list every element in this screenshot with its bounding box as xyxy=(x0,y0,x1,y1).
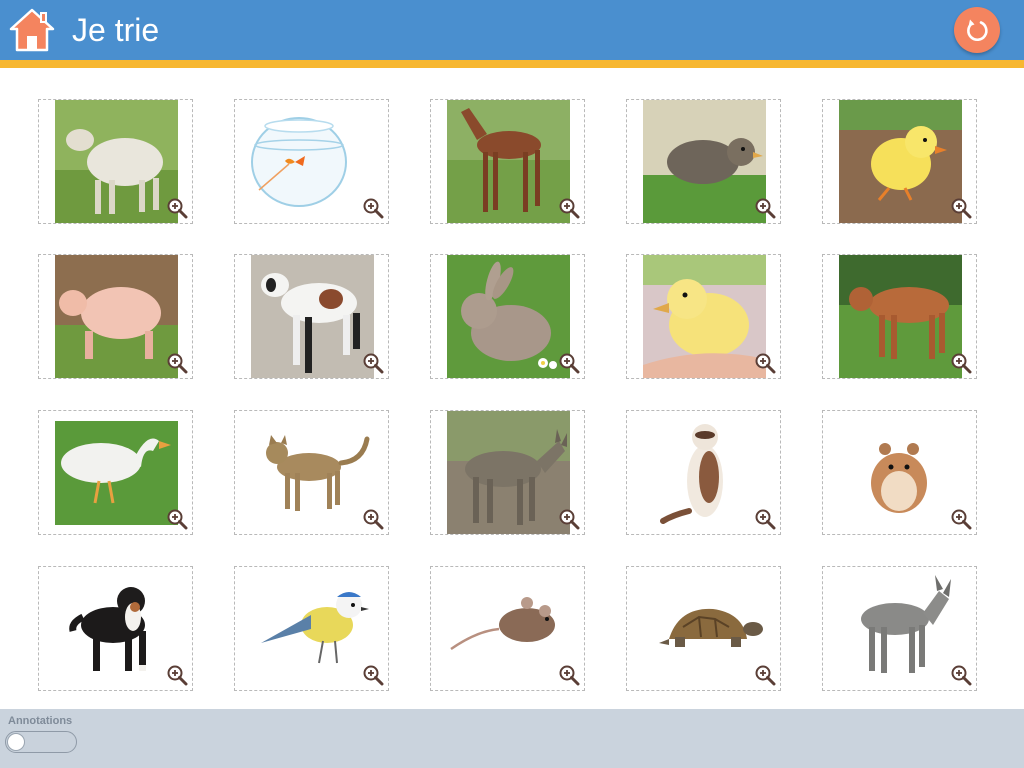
yellow-chick-photo xyxy=(839,100,962,223)
zoom-in-icon[interactable] xyxy=(950,197,972,219)
header-accent-stripe xyxy=(0,60,1024,68)
refresh-icon xyxy=(967,19,988,42)
foal-photo xyxy=(447,100,570,223)
goldfish-photo xyxy=(251,100,374,223)
animal-card-cat[interactable] xyxy=(234,410,389,535)
animal-card-mouse[interactable] xyxy=(430,566,585,691)
ferret-photo xyxy=(643,411,766,534)
page-title: Je trie xyxy=(72,12,160,48)
zoom-in-icon[interactable] xyxy=(950,508,972,530)
zoom-in-icon[interactable] xyxy=(558,197,580,219)
speckled-chick-photo xyxy=(643,100,766,223)
zoom-in-icon[interactable] xyxy=(362,664,384,686)
toggle-knob[interactable] xyxy=(7,733,25,751)
animal-grid xyxy=(38,99,982,695)
animal-card-calf[interactable] xyxy=(822,254,977,379)
zoom-in-icon[interactable] xyxy=(754,352,776,374)
rabbit-photo xyxy=(447,255,570,378)
animal-card-grey-donkey[interactable] xyxy=(822,566,977,691)
annotations-label: Annotations xyxy=(8,715,73,727)
animal-card-blue-tit[interactable] xyxy=(234,566,389,691)
goat-kid-photo xyxy=(251,255,374,378)
piglet-photo xyxy=(55,255,178,378)
hamster-photo xyxy=(839,411,962,534)
animal-card-ferret[interactable] xyxy=(626,410,781,535)
animal-card-sheep[interactable] xyxy=(38,99,193,224)
zoom-in-icon[interactable] xyxy=(166,508,188,530)
animal-card-speckled-chick[interactable] xyxy=(626,99,781,224)
cat-photo xyxy=(251,411,374,534)
animal-card-rabbit[interactable] xyxy=(430,254,585,379)
zoom-in-icon[interactable] xyxy=(166,664,188,686)
brown-donkey-photo xyxy=(447,411,570,534)
zoom-in-icon[interactable] xyxy=(558,664,580,686)
zoom-in-icon[interactable] xyxy=(166,352,188,374)
animal-card-duckling[interactable] xyxy=(626,254,781,379)
animal-card-goose[interactable] xyxy=(38,410,193,535)
home-icon xyxy=(9,8,55,52)
animal-card-dog[interactable] xyxy=(38,566,193,691)
zoom-in-icon[interactable] xyxy=(754,664,776,686)
zoom-in-icon[interactable] xyxy=(166,197,188,219)
calf-photo xyxy=(839,255,962,378)
bottom-toolbar: Annotations xyxy=(0,709,1024,768)
tortoise-photo xyxy=(643,567,766,690)
animal-card-piglet[interactable] xyxy=(38,254,193,379)
dog-photo xyxy=(55,567,178,690)
grey-donkey-photo xyxy=(839,567,962,690)
annotations-toggle[interactable] xyxy=(5,731,77,753)
animal-card-yellow-chick[interactable] xyxy=(822,99,977,224)
reset-button[interactable] xyxy=(954,7,1000,53)
zoom-in-icon[interactable] xyxy=(950,664,972,686)
duckling-photo xyxy=(643,255,766,378)
zoom-in-icon[interactable] xyxy=(362,352,384,374)
zoom-in-icon[interactable] xyxy=(362,197,384,219)
home-button[interactable] xyxy=(8,6,56,54)
animal-card-hamster[interactable] xyxy=(822,410,977,535)
sheep-photo xyxy=(55,100,178,223)
app-header: Je trie xyxy=(0,0,1024,60)
zoom-in-icon[interactable] xyxy=(558,508,580,530)
zoom-in-icon[interactable] xyxy=(362,508,384,530)
animal-card-foal[interactable] xyxy=(430,99,585,224)
mouse-photo xyxy=(447,567,570,690)
zoom-in-icon[interactable] xyxy=(558,352,580,374)
zoom-in-icon[interactable] xyxy=(950,352,972,374)
animal-card-brown-donkey[interactable] xyxy=(430,410,585,535)
animal-card-tortoise[interactable] xyxy=(626,566,781,691)
goose-photo xyxy=(55,421,178,525)
zoom-in-icon[interactable] xyxy=(754,197,776,219)
zoom-in-icon[interactable] xyxy=(754,508,776,530)
animal-card-goat-kid[interactable] xyxy=(234,254,389,379)
animal-card-goldfish[interactable] xyxy=(234,99,389,224)
blue-tit-photo xyxy=(251,567,374,690)
